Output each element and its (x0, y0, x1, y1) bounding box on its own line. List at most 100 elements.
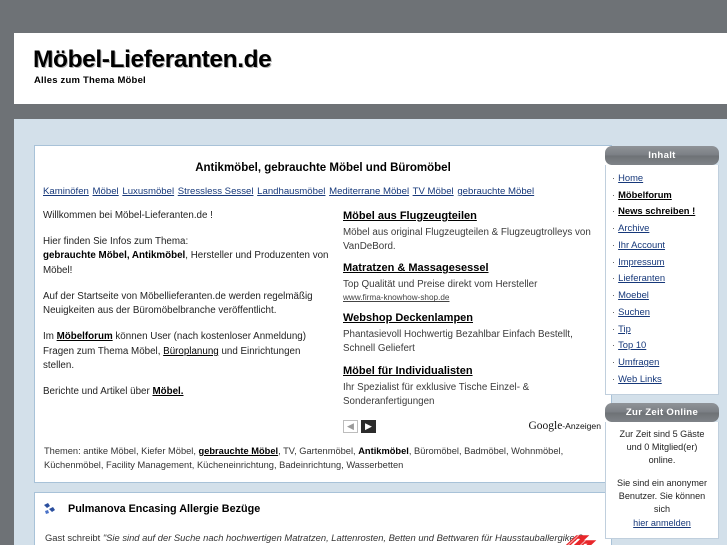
advertiser-logo (559, 528, 603, 545)
ad-item[interactable]: Webshop Deckenlampen Phantasievoll Hochw… (343, 311, 601, 356)
sidebar-item-impressum[interactable]: · Impressum (612, 254, 713, 271)
sidebar-online-title: Zur Zeit Online (605, 402, 719, 422)
sidebar-item-ihr-account[interactable]: · Ihr Account (612, 237, 713, 254)
intro-reports-pre: Berichte und Artikel über (43, 386, 153, 398)
sidebar-item-label[interactable]: Archive (618, 222, 649, 233)
article-panel: Pulmanova Encasing Allergie Bezüge Gast … (34, 492, 612, 545)
sidebar-item-label[interactable]: Suchen (618, 306, 650, 317)
ad-url[interactable]: www.firma-knowhow-shop.de (343, 292, 601, 304)
keyword-link[interactable]: Stressless Sessel (178, 186, 254, 197)
sidebar-item-label[interactable]: Ihr Account (618, 239, 665, 250)
sidebar-online-body: Zur Zeit sind 5 Gäste und 0 Mitglied(er)… (605, 421, 719, 539)
sidebar-block-inhalt: Inhalt · Home · Möbelforum · News schreiben… (605, 146, 719, 395)
intro-reports: Berichte und Artikel über Möbel. (43, 385, 333, 400)
sidebar-item-suchen[interactable]: · Suchen (612, 304, 713, 321)
ad-body: Top Qualität und Preise direkt vom Herst… (343, 279, 538, 291)
article-text: "Sie sind auf der Suche nach hochwertige… (102, 532, 584, 544)
sidebar-item-label[interactable]: Möbelforum (618, 189, 672, 200)
content-columns: Willkommen bei Möbel-Lieferanten.de ! Hi… (35, 203, 611, 439)
sidebar-item-label[interactable]: Moebel (618, 289, 649, 300)
bullet-icon: · (612, 172, 616, 183)
sidebar-item-label[interactable]: Lieferanten (618, 272, 665, 283)
ad-title[interactable]: Matratzen & Massagesessel (343, 261, 601, 277)
article-category-icon (43, 502, 57, 517)
keyword-link[interactable]: Landhausmöbel (257, 186, 325, 197)
main-content-panel: Antikmöbel, gebrauchte Möbel und Büromöb… (34, 145, 612, 484)
sidebar-item-lieferanten[interactable]: · Lieferanten (612, 270, 713, 287)
sidebar-item-label[interactable]: Top 10 (618, 339, 646, 350)
sidebar-item-label[interactable]: Umfragen (618, 356, 659, 367)
page-root: Möbel-Lieferanten.de Alles zum Thema Möb… (0, 0, 727, 545)
sidebar-item-moebel[interactable]: · Moebel (612, 287, 713, 304)
sidebar-item-top10[interactable]: · Top 10 (612, 337, 713, 354)
ad-title[interactable]: Möbel aus Flugzeugteilen (343, 209, 601, 225)
sidebar-item-home[interactable]: · Home (612, 170, 713, 187)
ad-item[interactable]: Matratzen & Massagesessel Top Qualität u… (343, 261, 601, 304)
themes-bold-antikmoebel: Antikmöbel (358, 445, 409, 456)
bullet-icon: · (612, 289, 616, 301)
ad-body: Möbel aus original Flugzeugteilen & Flug… (343, 226, 591, 253)
sidebar-item-moebelforum[interactable]: · Möbelforum (612, 187, 713, 204)
moebel-link[interactable]: Möbel. (152, 386, 183, 397)
forum-link[interactable]: Möbelforum (57, 331, 113, 342)
intro-topics-lead: Hier finden Sie Infos zum Thema: (43, 235, 189, 247)
sidebar-item-label[interactable]: Web Links (618, 373, 662, 384)
ad-prev-icon[interactable]: ◀ (343, 419, 358, 433)
sidebar-block-online: Zur Zeit Online Zur Zeit sind 5 Gäste un… (605, 402, 719, 539)
ad-title[interactable]: Webshop Deckenlampen (343, 311, 601, 327)
sidebar-item-web-links[interactable]: · Web Links (612, 371, 713, 388)
online-count-text: Zur Zeit sind 5 Gäste und 0 Mitglied(er)… (619, 428, 705, 465)
login-link[interactable]: hier anmelden (633, 518, 691, 528)
intro-topics: Hier finden Sie Infos zum Thema: gebrauc… (43, 235, 333, 279)
sidebar-item-label[interactable]: Impressum (618, 256, 664, 267)
bullet-icon: · (612, 305, 616, 317)
intro-forum-pre: Im (43, 331, 57, 343)
keyword-link-bar: Kaminöfen Möbel Luxusmöbel Stressless Se… (35, 174, 611, 203)
sidebar-inhalt-list: · Home · Möbelforum · News schreiben ! · Arc… (605, 165, 719, 395)
sidebar: Inhalt · Home · Möbelforum · News schreiben… (605, 146, 719, 545)
sidebar-item-label[interactable]: Tip (618, 323, 631, 334)
ad-item[interactable]: Möbel aus Flugzeugteilen Möbel aus origi… (343, 209, 601, 254)
google-ads-brand: Google-Anzeigen (528, 418, 601, 435)
intro-welcome: Willkommen bei Möbel-Lieferanten.de ! (43, 209, 213, 221)
sidebar-item-label[interactable]: Home (618, 172, 643, 183)
sidebar-item-label[interactable]: News schreiben ! (618, 205, 695, 216)
themes-part2: , TV, Gartenmöbel, (278, 445, 359, 456)
sidebar-item-archive[interactable]: · Archive (612, 220, 713, 237)
keyword-link[interactable]: TV Möbel (413, 186, 454, 197)
keyword-link[interactable]: Mediterrane Möbel (329, 186, 409, 197)
bullet-icon: · (612, 205, 616, 217)
sidebar-item-tip[interactable]: · Tip (612, 321, 713, 338)
ad-title[interactable]: Möbel für Individualisten (343, 364, 601, 380)
keyword-link[interactable]: Kaminöfen (43, 186, 89, 197)
article-title[interactable]: Pulmanova Encasing Allergie Bezüge (68, 503, 260, 515)
page-title: Antikmöbel, gebrauchte Möbel und Büromöb… (195, 162, 451, 174)
article-author: Gast schreibt (45, 532, 103, 544)
bullet-icon: · (612, 188, 616, 200)
keyword-link[interactable]: gebrauchte Möbel (457, 186, 534, 197)
bullet-icon: · (612, 255, 616, 267)
sidebar-item-news-schreiben[interactable]: · News schreiben ! (612, 203, 713, 220)
keyword-link[interactable]: Möbel (93, 186, 119, 197)
site-logo-subtitle: Alles zum Thema Möbel (34, 75, 146, 86)
sidebar-item-umfragen[interactable]: · Umfragen (612, 354, 713, 371)
ad-body: Phantasievoll Hochwertig Bezahlbar Einfa… (343, 329, 573, 355)
ad-body: Ihr Spezialist für exklusive Tische Einz… (343, 381, 530, 407)
bullet-icon: · (612, 238, 616, 250)
sidebar-inhalt-title: Inhalt (605, 146, 719, 165)
bullet-icon: · (612, 322, 616, 334)
themes-link-gebrauchte-moebel[interactable]: gebrauchte Möbel (199, 446, 279, 456)
google-wordmark: Google (528, 420, 563, 432)
bueroplanung-link[interactable]: Büroplanung (163, 346, 219, 357)
ad-next-icon[interactable]: ▶ (361, 419, 376, 433)
bullet-icon: · (612, 356, 616, 368)
article-header: Pulmanova Encasing Allergie Bezüge (35, 493, 611, 520)
themes-label: Themen: (44, 445, 84, 456)
site-header: Möbel-Lieferanten.de Alles zum Thema Möb… (14, 33, 727, 104)
ad-item[interactable]: Möbel für Individualisten Ihr Spezialist… (343, 364, 601, 409)
main-column: Antikmöbel, gebrauchte Möbel und Büromöb… (34, 145, 612, 545)
site-logo-title: Möbel-Lieferanten.de (33, 46, 272, 73)
keyword-link[interactable]: Luxusmöbel (122, 186, 174, 197)
bullet-icon: · (612, 339, 616, 351)
intro-topics-bold: gebrauchte Möbel, Antikmöbel (43, 250, 186, 262)
